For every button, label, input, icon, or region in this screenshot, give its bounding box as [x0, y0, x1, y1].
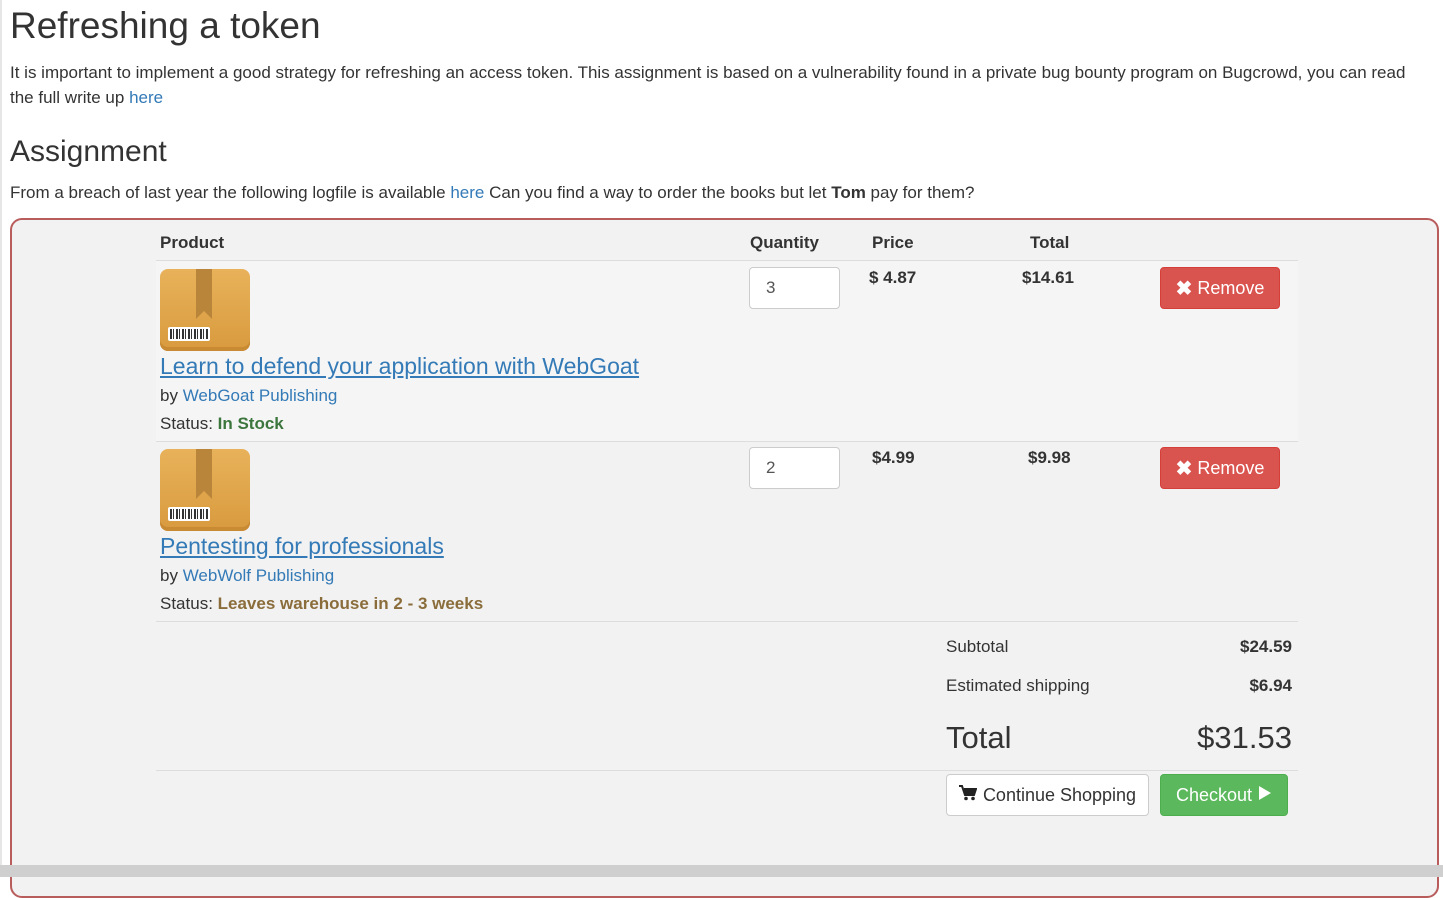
total-label: Total — [946, 720, 1012, 755]
status-warehouse: Leaves warehouse in 2 - 3 weeks — [217, 594, 484, 613]
left-edge — [0, 0, 2, 877]
by-label: by — [160, 566, 183, 585]
assignment-text: From a breach of last year the following… — [10, 181, 1430, 205]
subtotal-value: $24.59 — [1240, 637, 1292, 656]
header-total: Total — [1030, 233, 1070, 252]
continue-shopping-button[interactable]: Continue Shopping — [946, 774, 1149, 816]
total-value: $31.53 — [1197, 720, 1292, 755]
header-quantity: Quantity — [750, 233, 819, 252]
remove-icon: ✖ — [1175, 277, 1193, 300]
checkout-label: Checkout — [1175, 784, 1253, 805]
assignment-text-after: pay for them? — [865, 183, 975, 202]
assignment-text-middle: Can you find a way to order the books bu… — [484, 183, 832, 202]
remove-icon: ✖ — [1175, 457, 1193, 480]
remove-button[interactable]: ✖ Remove — [1160, 267, 1280, 309]
package-box-icon — [160, 269, 250, 351]
checkout-button[interactable]: Checkout — [1160, 774, 1288, 816]
cart-item-row: Learn to defend your application with We… — [156, 261, 1298, 441]
intro-text: It is important to implement a good stra… — [10, 63, 1406, 107]
shopping-cart-panel: Product Quantity Price Total Learn to de… — [10, 218, 1439, 898]
product-title-link[interactable]: Pentesting for professionals — [160, 531, 444, 561]
item-price: $4.99 — [872, 448, 915, 467]
shopping-cart-icon — [958, 784, 978, 806]
item-price: $ 4.87 — [869, 268, 917, 287]
status-label: Status: — [160, 594, 218, 613]
quantity-input[interactable] — [749, 447, 840, 489]
continue-shopping-label: Continue Shopping — [982, 784, 1137, 805]
product-title-link[interactable]: Learn to defend your application with We… — [160, 351, 639, 381]
divider — [156, 621, 1298, 622]
shipping-value: $6.94 — [1249, 676, 1292, 695]
intro-paragraph: It is important to implement a good stra… — [10, 60, 1430, 110]
product-status: Status: In Stock — [160, 413, 284, 435]
divider — [156, 770, 1298, 771]
target-user: Tom — [831, 183, 866, 202]
horizontal-scrollbar[interactable] — [0, 865, 1443, 877]
remove-label: Remove — [1197, 457, 1265, 478]
status-in-stock: In Stock — [217, 414, 284, 433]
remove-button[interactable]: ✖ Remove — [1160, 447, 1280, 489]
package-box-icon — [160, 449, 250, 531]
header-product: Product — [160, 233, 225, 252]
assignment-text-before: From a breach of last year the following… — [10, 183, 451, 202]
product-publisher: by WebWolf Publishing — [160, 565, 334, 587]
publisher-link[interactable]: WebGoat Publishing — [183, 386, 338, 405]
by-label: by — [160, 386, 183, 405]
play-icon — [1258, 785, 1272, 806]
logfile-link[interactable]: here — [450, 183, 484, 202]
page-title: Refreshing a token — [10, 5, 321, 46]
assignment-heading: Assignment — [10, 135, 167, 168]
quantity-input[interactable] — [749, 267, 840, 309]
item-total: $9.98 — [1028, 448, 1071, 467]
publisher-link[interactable]: WebWolf Publishing — [183, 566, 335, 585]
remove-label: Remove — [1197, 277, 1265, 298]
item-total: $14.61 — [1022, 268, 1074, 287]
product-status: Status: Leaves warehouse in 2 - 3 weeks — [160, 593, 483, 615]
cart-item-row: Pentesting for professionals by WebWolf … — [156, 441, 1298, 621]
writeup-link[interactable]: here — [129, 88, 163, 107]
header-price: Price — [872, 233, 914, 252]
product-publisher: by WebGoat Publishing — [160, 385, 337, 407]
shipping-label: Estimated shipping — [946, 676, 1090, 695]
subtotal-label: Subtotal — [946, 637, 1009, 656]
status-label: Status: — [160, 414, 218, 433]
